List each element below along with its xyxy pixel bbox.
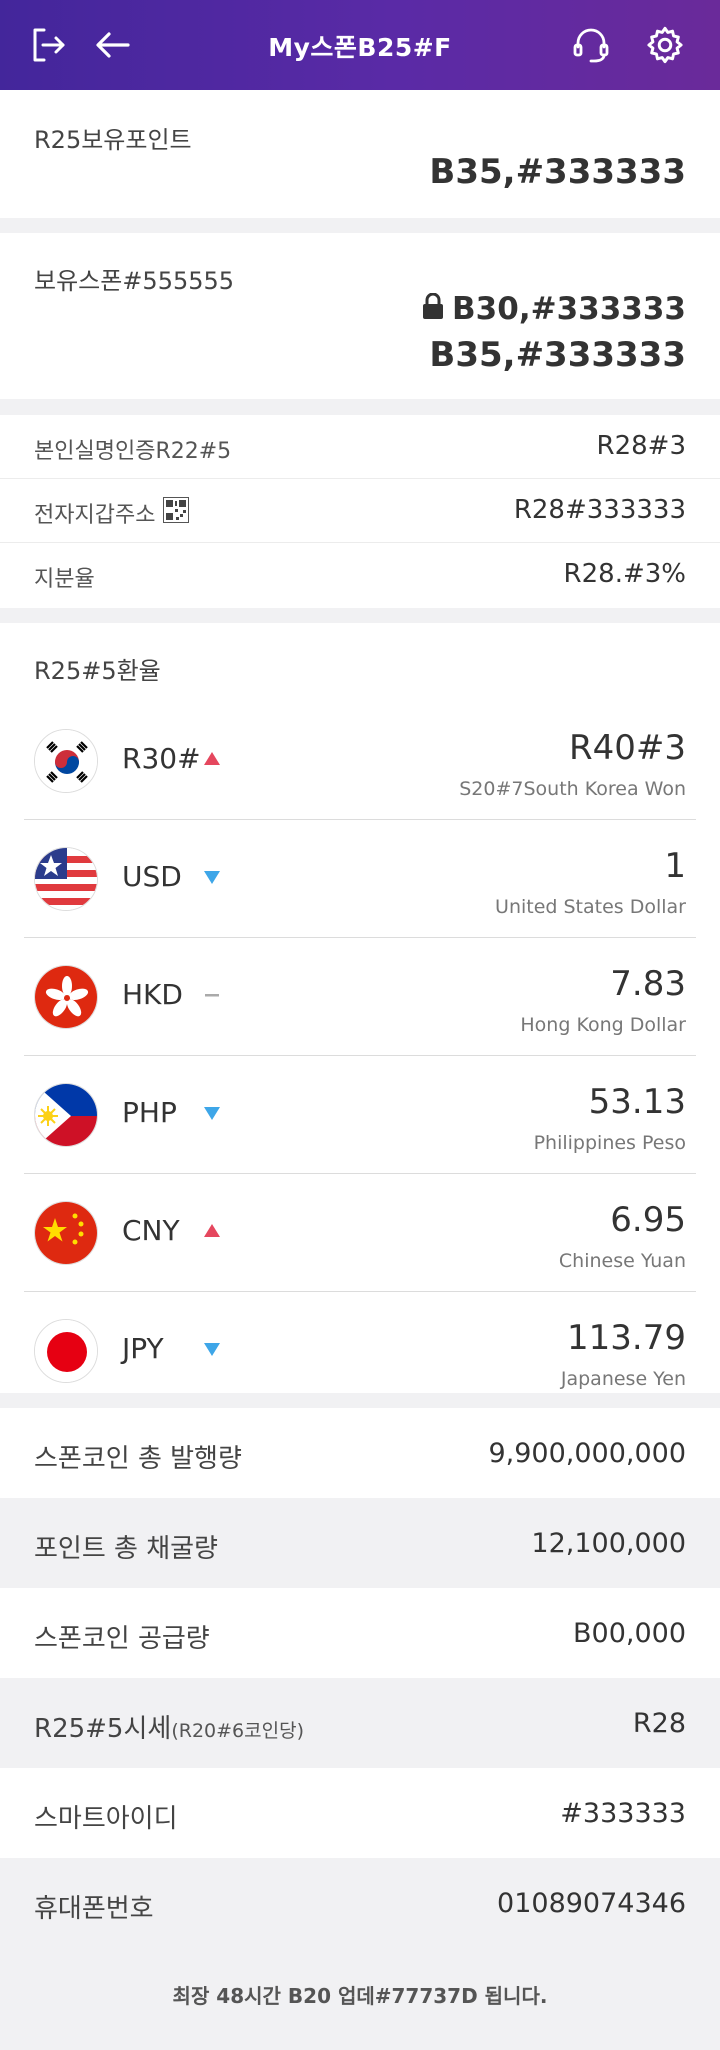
- info-row-wallet[interactable]: 전자지갑주소 R28#333333: [0, 479, 720, 543]
- top-bar: My스폰B25#F: [0, 0, 720, 90]
- exchange-row-jpy[interactable]: JPY 113.79 Japanese Yen: [24, 1292, 696, 1410]
- exchange-row-cny[interactable]: CNY 6.95 Chinese Yuan: [24, 1174, 696, 1292]
- stat-row-total-mined: 포인트 총 채굴량 12,100,000: [0, 1498, 720, 1588]
- stat-row-smart-id: 스마트아이디 #333333: [0, 1768, 720, 1858]
- stat-label: 포인트 총 채굴량: [34, 1534, 218, 1564]
- currency-name: Chinese Yuan: [558, 1250, 686, 1272]
- exchange-rate: 113.79: [567, 1318, 686, 1358]
- exchange-rate: 6.95: [610, 1200, 686, 1240]
- currency-code: HKD: [122, 978, 183, 1011]
- currency-name: Hong Kong Dollar: [520, 1014, 686, 1036]
- stat-value: 01089074346: [497, 1888, 686, 1919]
- info-label: 지분율: [34, 567, 95, 592]
- coins-label: 보유스폰#555555: [34, 267, 235, 295]
- stat-value: 9,900,000,000: [488, 1438, 686, 1469]
- stat-label-wrap: R25#5시세(R20#6코인당): [34, 1708, 304, 1745]
- info-row-verification[interactable]: 본인실명인증R22#5 R28#3: [0, 415, 720, 479]
- korea-flag-icon: [34, 729, 98, 793]
- exchange-row-php[interactable]: PHP 53.13 Philippines Peso: [24, 1056, 696, 1174]
- china-flag-icon: [34, 1201, 98, 1265]
- info-label: 본인실명인증R22#5: [34, 439, 232, 464]
- coin-stats-list: 스폰코인 총 발행량 9,900,000,000 포인트 총 채굴량 12,10…: [0, 1408, 720, 1948]
- exchange-title: R25#5환율: [34, 657, 161, 685]
- exchange-row-usd[interactable]: USD 1 United States Dollar: [24, 820, 696, 938]
- gear-icon[interactable]: [640, 20, 690, 70]
- stat-label: 스마트아이디: [34, 1804, 178, 1834]
- currency-code: JPY: [122, 1332, 164, 1365]
- japan-flag-icon: [34, 1319, 98, 1383]
- currency-code: PHP: [122, 1096, 177, 1129]
- stat-row-phone: 휴대폰번호 01089074346: [0, 1858, 720, 1948]
- account-info-card: 본인실명인증R22#5 R28#3 전자지갑주소 R28#333333 지분율 …: [0, 415, 720, 608]
- trend-up-icon: [202, 1221, 222, 1241]
- exchange-rate: R40#3: [568, 728, 686, 768]
- exchange-rate-card: R25#5환율 R30# R40#3 S20#7South Korea Won …: [0, 623, 720, 1393]
- stat-label: R25#5시세: [34, 1714, 172, 1744]
- stat-sublabel: (R20#6코인당): [171, 1720, 304, 1742]
- currency-name: United States Dollar: [495, 896, 686, 918]
- currency-name: Japanese Yen: [560, 1368, 686, 1390]
- qr-code-icon[interactable]: [163, 497, 190, 529]
- stat-label: 휴대폰번호: [34, 1894, 154, 1924]
- lock-icon: [422, 291, 444, 327]
- info-value: R28.#3%: [563, 559, 686, 589]
- stat-label: 스폰코인 공급량: [34, 1624, 210, 1654]
- currency-name: S20#7South Korea Won: [459, 778, 686, 800]
- trend-flat-icon: [202, 985, 222, 1005]
- headset-support-icon[interactable]: [566, 20, 616, 70]
- usa-flag-icon: [34, 847, 98, 911]
- trend-down-icon: [202, 1103, 222, 1123]
- exchange-row-hkd[interactable]: HKD 7.83 Hong Kong Dollar: [24, 938, 696, 1056]
- philippines-flag-icon: [34, 1083, 98, 1147]
- currency-code: CNY: [122, 1214, 180, 1247]
- stat-row-total-issued: 스폰코인 총 발행량 9,900,000,000: [0, 1408, 720, 1498]
- exchange-rate: 53.13: [588, 1082, 686, 1122]
- currency-code: USD: [122, 860, 182, 893]
- points-label: R25보유포인트: [34, 126, 192, 154]
- exchange-rate: 1: [664, 846, 686, 886]
- exchange-row-krw[interactable]: R30# R40#3 S20#7South Korea Won: [24, 702, 696, 820]
- stat-value: 12,100,000: [531, 1528, 686, 1559]
- exchange-rate: 7.83: [610, 964, 686, 1004]
- stat-value: B00,000: [573, 1618, 686, 1649]
- hongkong-flag-icon: [34, 965, 98, 1029]
- stat-label: 스폰코인 총 발행량: [34, 1444, 242, 1474]
- trend-up-icon: [202, 749, 222, 769]
- stat-row-price: R25#5시세(R20#6코인당) R28: [0, 1678, 720, 1768]
- trend-down-icon: [202, 867, 222, 887]
- coins-value: B35,#333333: [429, 335, 686, 375]
- points-value: B35,#333333: [429, 152, 686, 192]
- trend-down-icon: [202, 1339, 222, 1359]
- currency-code: R30#: [122, 742, 201, 775]
- points-card: R25보유포인트 B35,#333333: [0, 90, 720, 218]
- update-notice: 최장 48시간 B20 업데#77737D 됩니다.: [172, 1984, 548, 2008]
- info-label-wrap: 전자지갑주소: [34, 497, 190, 529]
- locked-coins: B30,#333333: [422, 291, 686, 327]
- coins-card: 보유스폰#555555 B30,#333333 B35,#333333: [0, 233, 720, 399]
- info-label: 전자지갑주소: [34, 503, 156, 528]
- stat-value: R28: [632, 1708, 686, 1739]
- locked-coins-value: B30,#333333: [452, 291, 686, 327]
- info-value: R28#333333: [513, 495, 686, 525]
- currency-name: Philippines Peso: [533, 1132, 686, 1154]
- info-row-share: 지분율 R28.#3%: [0, 543, 720, 607]
- info-value: R28#3: [596, 431, 686, 461]
- stat-row-supply: 스폰코인 공급량 B00,000: [0, 1588, 720, 1678]
- stat-value: #333333: [560, 1798, 686, 1829]
